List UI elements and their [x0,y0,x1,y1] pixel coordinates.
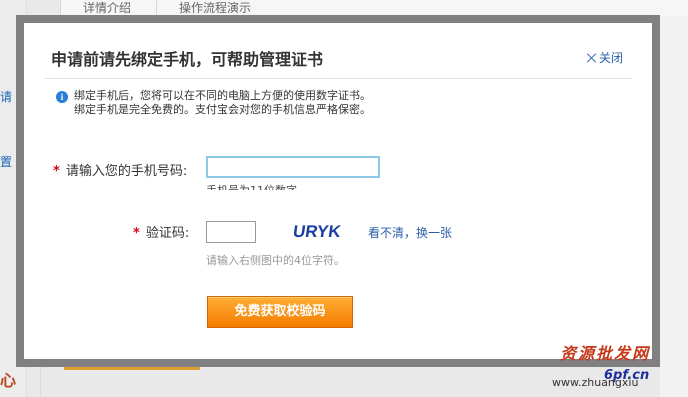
watermark-url: www.zhuangxiu [552,376,639,389]
bind-phone-dialog: 申请前请先绑定手机，可帮助管理证书 关闭 i 绑定手机后，您将可以在不同的电脑上… [24,23,652,359]
captcha-input[interactable] [206,221,256,243]
get-code-button[interactable]: 免费获取校验码 [207,296,353,328]
background-sidebar-label-1: 请 [0,90,13,104]
title-divider [44,78,632,79]
close-icon[interactable] [587,53,597,63]
info-line-1: 绑定手机后，您将可以在不同的电脑上方便的使用数字证书。 [74,89,371,102]
phone-input[interactable] [206,156,380,178]
captcha-hint: 请输入右侧图中的4位字符。 [206,254,345,267]
info-line-2: 绑定手机是完全免费的。支付宝会对您的手机信息严格保密。 [74,103,371,116]
info-icon: i [56,91,68,103]
close-button[interactable]: 关闭 [587,49,623,66]
phone-label-text: 请输入您的手机号码: [65,164,188,179]
phone-label: * 请输入您的手机号码: [53,160,187,179]
background-right-panel [660,16,688,397]
modal-frame: 申请前请先绑定手机，可帮助管理证书 关闭 i 绑定手机后，您将可以在不同的电脑上… [16,15,660,367]
background-tab-demo[interactable]: 操作流程演示 [156,0,329,16]
background-sidebar-label-2: 置 [0,155,13,169]
phone-hint: 手机号为11位数字。 [206,182,308,190]
background-sidebar-red-label: 心 [0,371,17,390]
phone-required-mark: * [53,164,60,179]
captcha-image[interactable]: URYK [294,218,346,244]
code-label-text: 验证码: [145,226,190,241]
watermark-title: 资源批发网 [560,344,651,363]
info-text: 绑定手机后，您将可以在不同的电脑上方便的使用数字证书。 绑定手机是完全免费的。支… [74,89,371,117]
dialog-title: 申请前请先绑定手机，可帮助管理证书 [51,50,324,69]
captcha-text: URYK [294,222,343,241]
refresh-captcha-link[interactable]: 看不清，换一张 [368,224,452,241]
code-label: * 验证码: [133,222,189,241]
close-label[interactable]: 关闭 [599,49,623,66]
code-required-mark: * [133,226,140,241]
